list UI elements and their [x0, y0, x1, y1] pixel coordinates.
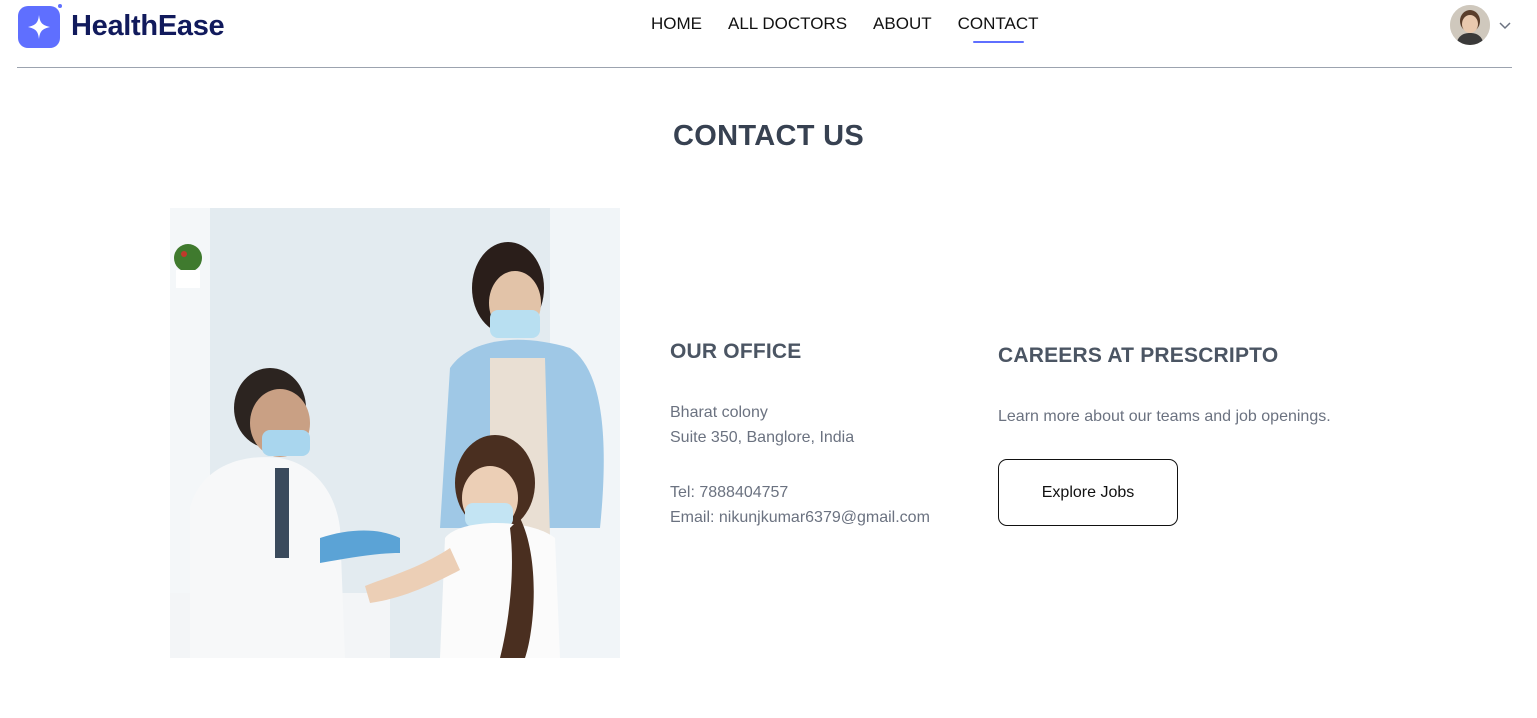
logo[interactable]: HealthEase: [17, 3, 225, 49]
careers-title: CAREERS AT PRESCRIPTO: [998, 344, 1279, 367]
address-line-1: Bharat colony: [670, 404, 768, 421]
contact-image: [170, 208, 620, 658]
careers-description: Learn more about our teams and job openi…: [998, 408, 1331, 425]
doctor-vaccinating-child-image: [170, 208, 620, 658]
explore-jobs-button[interactable]: Explore Jobs: [998, 459, 1178, 526]
office-section: OUR OFFICE Bharat colony Suite 350, Bang…: [670, 340, 930, 530]
careers-section: CAREERS AT PRESCRIPTO Learn more about o…: [998, 344, 1331, 526]
office-email: Email: nikunjkumar6379@gmail.com: [670, 509, 930, 526]
user-avatar[interactable]: [1450, 5, 1490, 45]
office-title: OUR OFFICE: [670, 340, 802, 363]
nav-all-doctors[interactable]: ALL DOCTORS: [728, 14, 847, 34]
navbar: HealthEase HOME ALL DOCTORS ABOUT CONTAC…: [17, 0, 1512, 68]
main-nav: HOME ALL DOCTORS ABOUT CONTACT: [651, 14, 1065, 43]
avatar-icon: [1450, 5, 1490, 45]
logo-text: HealthEase: [71, 9, 225, 42]
office-phone: Tel: 7888404757: [670, 484, 789, 501]
chevron-down-icon[interactable]: [1498, 18, 1512, 32]
address-line-2: Suite 350, Banglore, India: [670, 429, 855, 446]
profile-menu[interactable]: [1450, 5, 1512, 45]
nav-about[interactable]: ABOUT: [873, 14, 932, 34]
nav-contact[interactable]: CONTACT: [958, 14, 1039, 43]
page-title: CONTACT US: [673, 120, 864, 152]
nav-home[interactable]: HOME: [651, 14, 702, 34]
logo-icon: [18, 4, 62, 48]
